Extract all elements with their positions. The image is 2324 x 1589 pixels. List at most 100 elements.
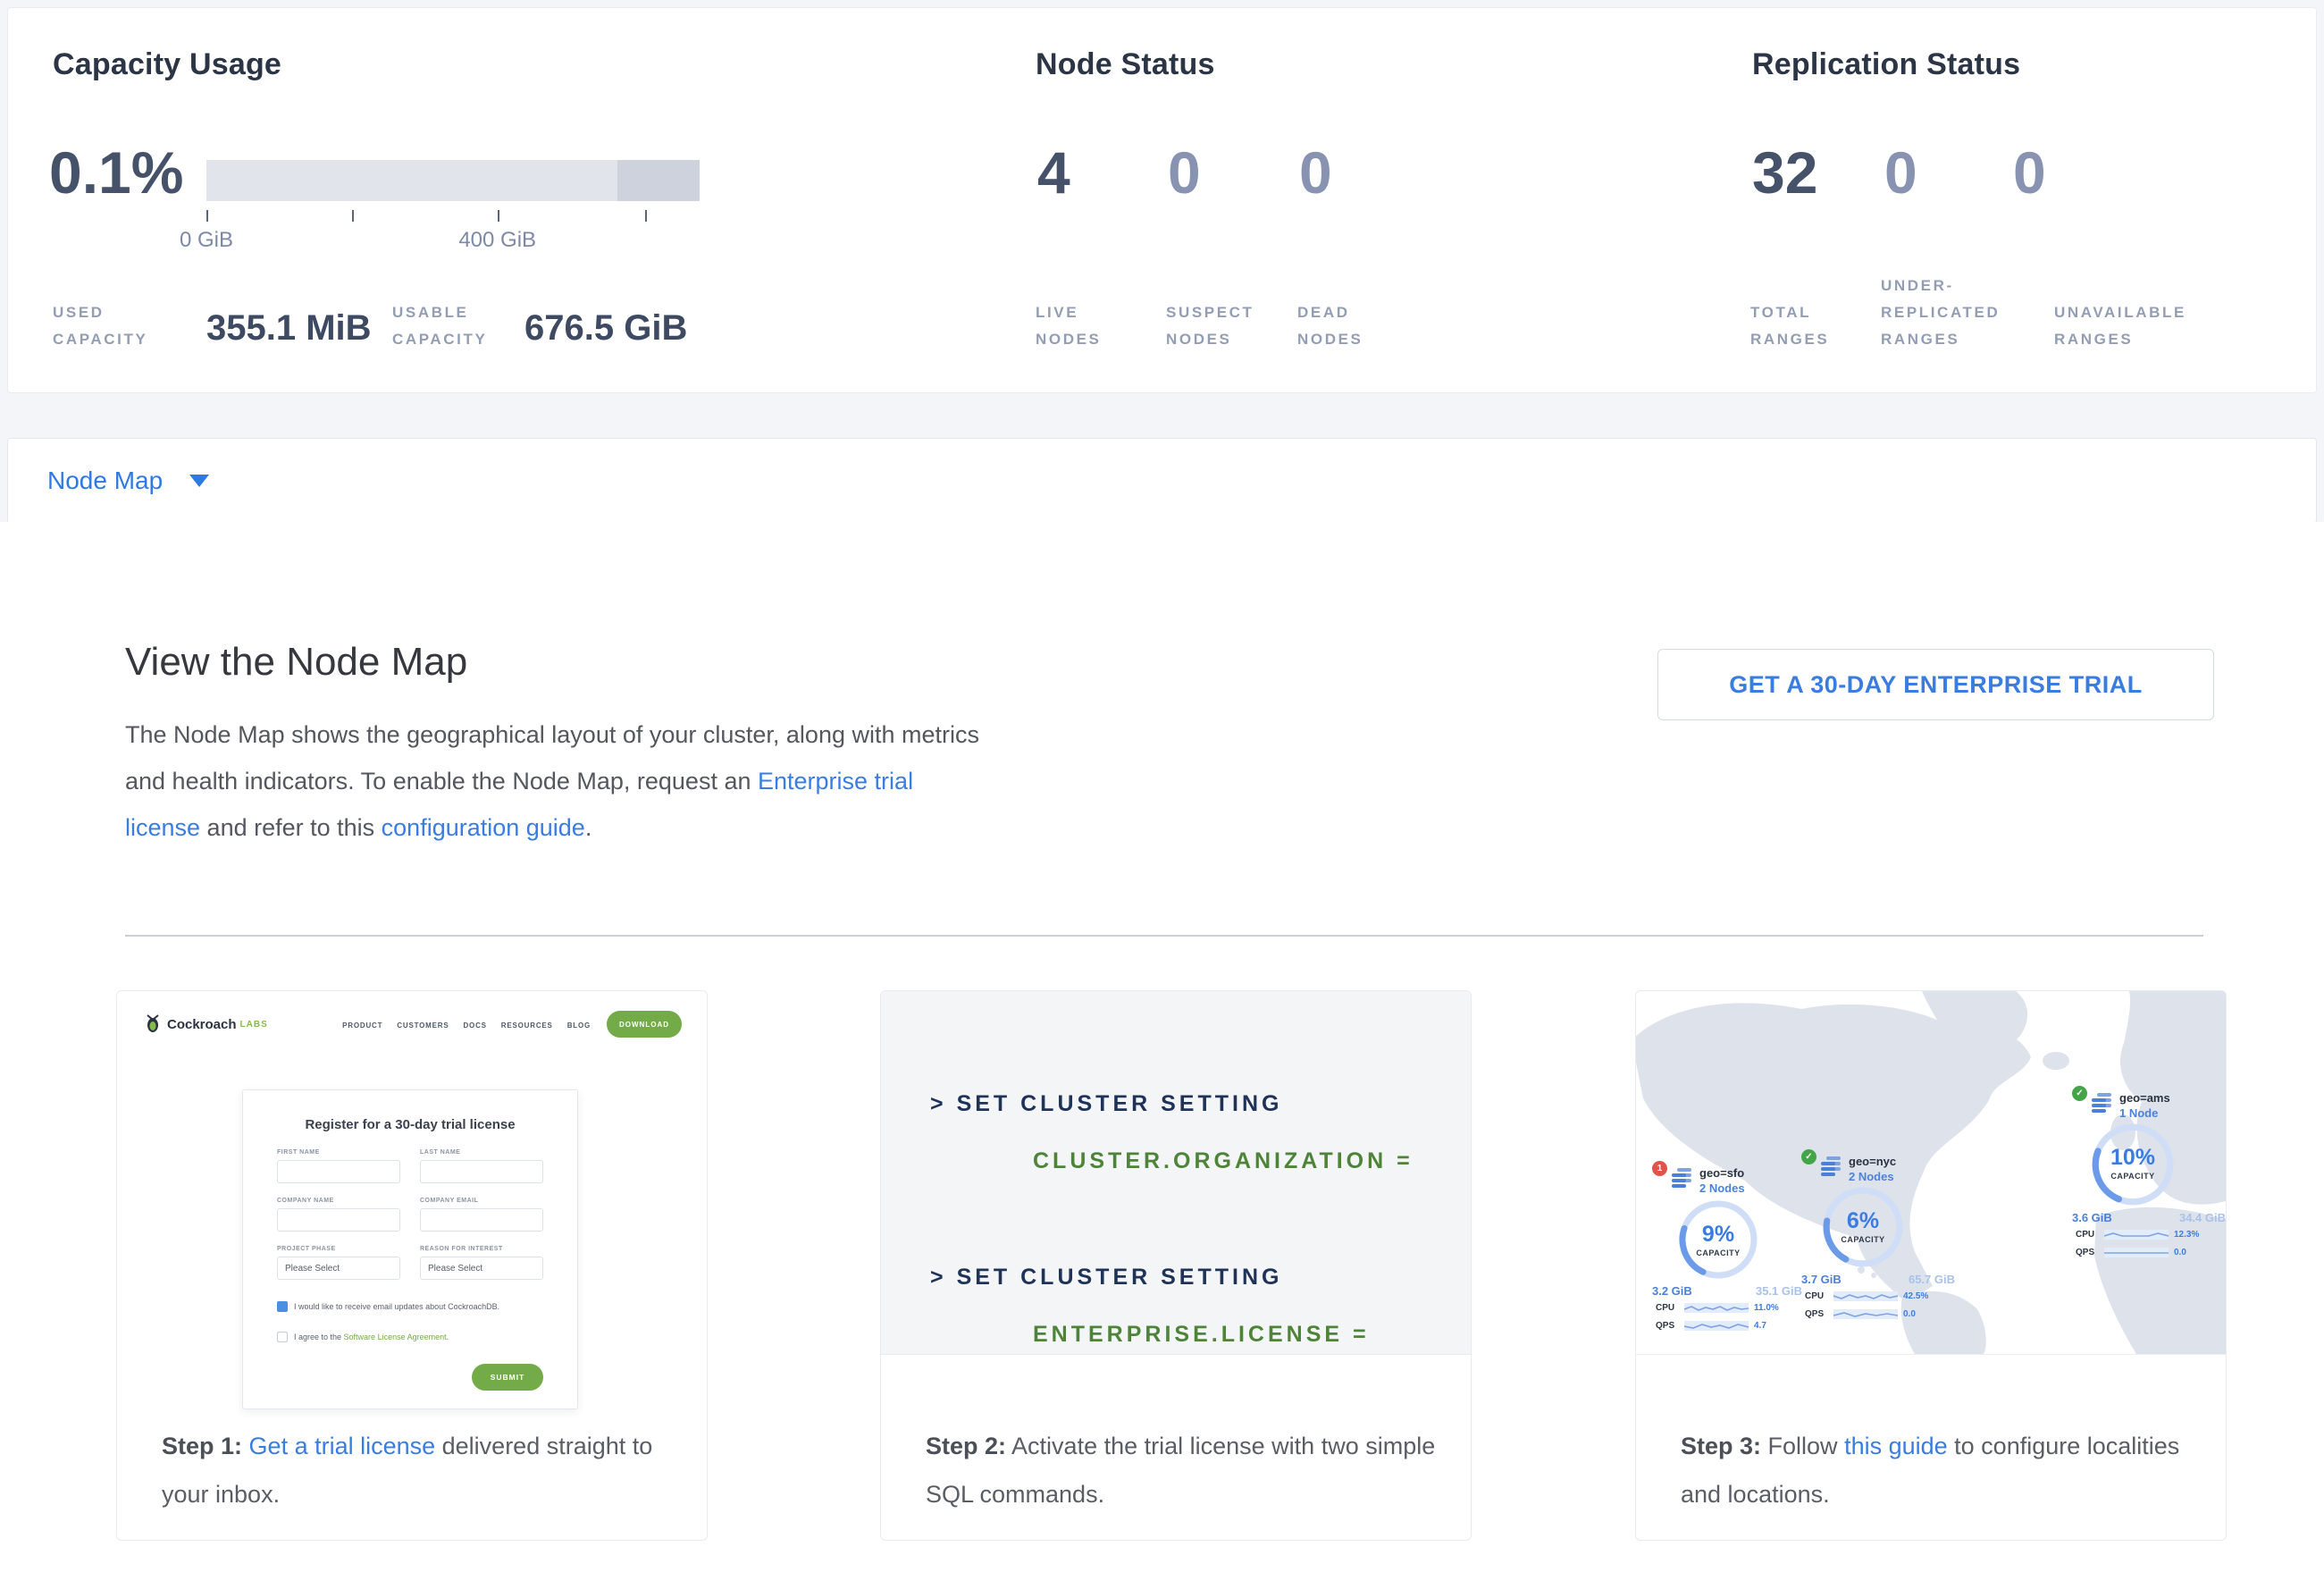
first-name-field[interactable]: [277, 1160, 400, 1183]
node-map-dropdown[interactable]: Node Map: [47, 467, 163, 495]
cpu-value: 42.5%: [1903, 1291, 1928, 1301]
nav-item-resources[interactable]: RESOURCES: [501, 1022, 553, 1030]
capacity-ring: 9% CAPACITY: [1677, 1198, 1759, 1281]
cpu-row: CPU 12.3%: [2076, 1229, 2199, 1240]
locality-name: geo=ams: [2119, 1091, 2170, 1106]
get-enterprise-trial-button[interactable]: GET A 30-DAY ENTERPRISE TRIAL: [1657, 649, 2214, 720]
capacity-percent: 10%: [2090, 1145, 2176, 1171]
cluster-summary-panel: Capacity Usage 0.1% 0 GiB 400 GiB USED C…: [7, 7, 2317, 393]
error-badge: 1: [1652, 1161, 1667, 1176]
capacity-percent: 9%: [1677, 1222, 1759, 1248]
total-gib: 65.7 GiB: [1909, 1273, 1955, 1286]
locality-node-count: 2 Nodes: [1849, 1169, 1896, 1184]
nav-item-docs[interactable]: DOCS: [463, 1022, 486, 1030]
license-agreement-checkbox-row: I agree to the Software License Agreemen…: [277, 1332, 554, 1342]
company-name-field[interactable]: [277, 1208, 400, 1232]
capacity-ring: 6% CAPACITY: [1821, 1185, 1905, 1269]
total-ranges-count: 32: [1752, 139, 1817, 206]
database-nodes-icon: [2090, 1091, 2113, 1114]
used-capacity-label: USED CAPACITY: [53, 276, 173, 353]
qps-row: QPS 0.0: [2076, 1247, 2186, 1258]
promo-description: The Node Map shows the geographical layo…: [125, 711, 983, 851]
total-gib: 35.1 GiB: [1756, 1284, 1802, 1298]
cockroach-icon: [144, 1014, 162, 1034]
project-phase-select[interactable]: Please Select: [277, 1257, 400, 1280]
qps-value: 4.7: [1754, 1321, 1766, 1331]
license-agreement-text: I agree to the Software License Agreemen…: [294, 1333, 449, 1341]
locality-node-count: 1 Node: [2119, 1106, 2170, 1121]
project-phase-label: PROJECT PHASE: [277, 1246, 336, 1252]
cpu-sparkline: [2104, 1229, 2169, 1240]
database-nodes-icon: [1670, 1166, 1693, 1190]
qps-sparkline: [1684, 1320, 1749, 1332]
last-name-field[interactable]: [420, 1160, 543, 1183]
locality-name: geo=nyc: [1849, 1155, 1896, 1169]
get-trial-license-link[interactable]: Get a trial license: [249, 1433, 436, 1459]
promo-text: and refer to this: [200, 814, 382, 841]
capacity-axis-tick: [206, 210, 208, 222]
this-guide-link[interactable]: this guide: [1844, 1433, 1948, 1459]
license-agreement-checkbox[interactable]: [277, 1332, 288, 1342]
under-replicated-ranges-count: 0: [1884, 139, 1917, 206]
cpu-row: CPU 11.0%: [1656, 1302, 1779, 1314]
total-gib: 34.4 GiB: [2179, 1211, 2226, 1224]
locality-nyc[interactable]: ✓ geo=nyc 2 Nodes: [1801, 1155, 1998, 1184]
software-license-agreement-link[interactable]: Software License Agreement: [344, 1333, 447, 1341]
nav-item-product[interactable]: PRODUCT: [342, 1022, 382, 1030]
company-email-field[interactable]: [420, 1208, 543, 1232]
minisite-nav: PRODUCT CUSTOMERS DOCS RESOURCES BLOG: [342, 1022, 591, 1030]
promo-text: .: [585, 814, 592, 841]
download-button[interactable]: DOWNLOAD: [607, 1011, 682, 1038]
total-ranges-label: TOTAL RANGES: [1750, 276, 1875, 353]
step2-caption: Step 2: Activate the trial license with …: [926, 1422, 1448, 1518]
capacity-bar: 0 GiB 400 GiB: [206, 160, 700, 258]
suspect-nodes-label: SUSPECT NODES: [1166, 276, 1282, 353]
capacity-ring: 10% CAPACITY: [2090, 1122, 2176, 1207]
qps-sparkline: [1833, 1308, 1898, 1320]
submit-button[interactable]: SUBMIT: [472, 1364, 543, 1391]
qps-sparkline: [2104, 1247, 2169, 1258]
live-nodes-label: LIVE NODES: [1036, 276, 1134, 353]
step1-label: Step 1:: [162, 1433, 242, 1459]
cpu-row: CPU 42.5%: [1805, 1291, 1928, 1302]
capacity-label: CAPACITY: [1677, 1248, 1759, 1257]
nav-item-blog[interactable]: BLOG: [567, 1022, 591, 1030]
capacity-percent: 6%: [1821, 1208, 1905, 1234]
nav-item-customers[interactable]: CUSTOMERS: [397, 1022, 449, 1030]
node-status-title: Node Status: [1036, 47, 1215, 82]
trial-license-site-preview: Cockroach LABS PRODUCT CUSTOMERS DOCS RE…: [117, 991, 707, 1411]
healthy-badge: ✓: [2072, 1086, 2087, 1101]
configuration-guide-link[interactable]: configuration guide: [382, 814, 585, 841]
step2-card: > SET CLUSTER SETTING CLUSTER.ORGANIZATI…: [880, 990, 1472, 1541]
capacity-label: CAPACITY: [2090, 1172, 2176, 1181]
email-updates-text: I would like to receive email updates ab…: [294, 1302, 499, 1311]
capacity-gib-row: 3.2 GiB 35.1 GiB: [1652, 1284, 1802, 1298]
sql-line-arg: CLUSTER.ORGANIZATION =: [1033, 1148, 1414, 1174]
email-updates-checkbox-row: I would like to receive email updates ab…: [277, 1301, 554, 1312]
qps-value: 0.0: [1903, 1309, 1916, 1319]
under-replicated-ranges-label: UNDER-REPLICATED RANGES: [1881, 276, 2046, 353]
cpu-value: 12.3%: [2174, 1230, 2199, 1240]
capacity-used-percent: 0.1%: [49, 139, 183, 206]
view-selector-bar: Node Map: [7, 438, 2317, 524]
promo-heading: View the Node Map: [125, 640, 467, 685]
capacity-bar-nonusable-segment: [617, 160, 700, 201]
replication-status-title: Replication Status: [1752, 47, 2020, 82]
used-gib: 3.7 GiB: [1801, 1273, 1842, 1286]
reason-for-interest-select[interactable]: Please Select: [420, 1257, 543, 1280]
locality-ams[interactable]: ✓ geo=ams 1 Node: [2072, 1091, 2227, 1121]
node-map-preview: 1 geo=sfo 2 Nodes: [1636, 991, 2226, 1355]
capacity-gib-row: 3.6 GiB 34.4 GiB: [2072, 1211, 2226, 1224]
chevron-down-icon[interactable]: [189, 475, 209, 487]
database-nodes-icon: [1819, 1155, 1842, 1178]
cockroach-labs-logo: Cockroach LABS: [144, 1014, 268, 1034]
used-gib: 3.2 GiB: [1652, 1284, 1692, 1298]
healthy-badge: ✓: [1801, 1149, 1816, 1164]
last-name-label: LAST NAME: [420, 1149, 460, 1156]
unavailable-ranges-label: UNAVAILABLE RANGES: [2054, 276, 2233, 353]
email-updates-checkbox[interactable]: [277, 1301, 288, 1312]
capacity-axis-tick: [645, 210, 647, 222]
step2-label: Step 2:: [926, 1433, 1006, 1459]
live-nodes-count: 4: [1037, 139, 1070, 206]
dead-nodes-label: DEAD NODES: [1297, 276, 1396, 353]
